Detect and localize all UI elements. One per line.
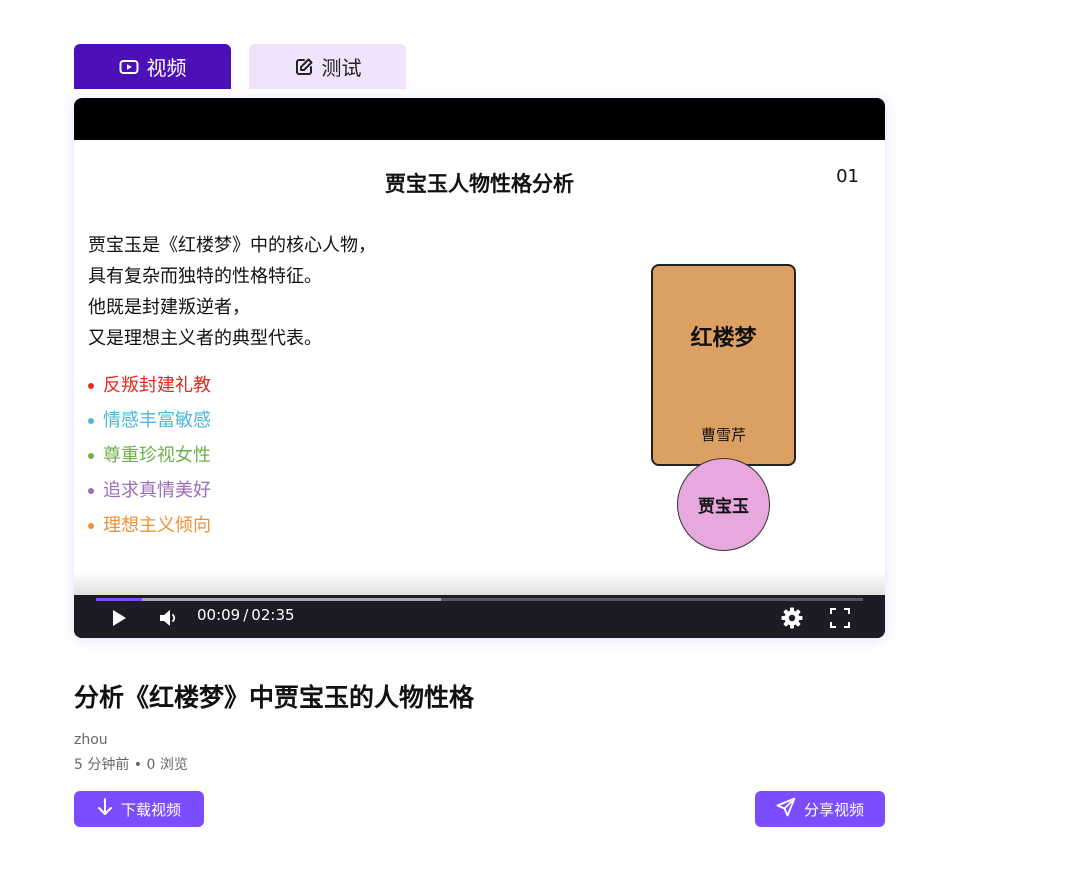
trait-item: 尊重珍视女性 — [88, 438, 211, 473]
character-badge: 贾宝玉 — [677, 458, 770, 551]
video-frame: 贾宝玉人物性格分析 01 贾宝玉是《红楼梦》中的核心人物， 具有复杂而独特的性格… — [74, 140, 885, 637]
trait-item: 情感丰富敏感 — [88, 403, 211, 438]
slide-paragraph-line: 又是理想主义者的典型代表。 — [88, 328, 322, 349]
bullet-dot — [88, 522, 94, 529]
progress-buffered — [96, 598, 442, 601]
share-label: 分享视频 — [803, 800, 864, 819]
trait-item: 反叛封建礼教 — [88, 368, 211, 403]
trait-item: 追求真情美好 — [88, 473, 211, 508]
player-controls: 00:09/02:35 — [74, 595, 885, 638]
bullet-dot — [88, 382, 94, 389]
tab-video-label: 视频 — [146, 56, 187, 80]
fullscreen-icon[interactable] — [828, 606, 852, 630]
video-meta: 5 分钟前 • 0 浏览 — [74, 757, 188, 773]
tab-video[interactable]: 视频 — [74, 44, 231, 89]
tab-quiz[interactable]: 测试 — [249, 44, 406, 89]
slide-paragraph-line: 他既是封建叛逆者， — [88, 297, 250, 318]
slide-title: 贾宝玉人物性格分析 — [385, 172, 574, 196]
book-author: 曹雪芹 — [700, 426, 746, 444]
time-display: 00:09/02:35 — [197, 606, 295, 624]
video-icon — [119, 59, 139, 75]
time-separator: / — [243, 606, 249, 624]
bullet-dot — [88, 487, 94, 494]
bullet-dot — [88, 417, 94, 424]
play-icon[interactable] — [108, 607, 130, 629]
slide-paragraph: 贾宝玉是《红楼梦》中的核心人物， 具有复杂而独特的性格特征。 他既是封建叛逆者，… — [88, 230, 376, 354]
volume-icon[interactable] — [158, 607, 180, 629]
trait-text: 反叛封建礼教 — [103, 375, 211, 396]
trait-list: 反叛封建礼教 情感丰富敏感 尊重珍视女性 追求真情美好 理想主义倾向 — [88, 368, 211, 543]
author-name[interactable]: zhou — [74, 732, 108, 748]
share-video-button[interactable]: 分享视频 — [755, 791, 885, 827]
trait-item: 理想主义倾向 — [88, 508, 211, 543]
trait-text: 尊重珍视女性 — [103, 445, 211, 466]
duration: 02:35 — [251, 606, 295, 624]
progress-bar[interactable] — [96, 598, 863, 601]
send-icon — [776, 797, 796, 821]
bullet-dot — [88, 452, 94, 459]
current-time: 00:09 — [197, 606, 241, 624]
book-title: 红楼梦 — [690, 326, 757, 351]
progress-played — [96, 598, 143, 601]
book-illustration: 红楼梦 曹雪芹 — [651, 264, 796, 466]
video-title: 分析《红楼梦》中贾宝玉的人物性格 — [74, 683, 475, 712]
download-label: 下载视频 — [120, 800, 181, 819]
slide-paragraph-line: 具有复杂而独特的性格特征。 — [88, 266, 322, 287]
edit-icon — [294, 57, 314, 77]
tab-quiz-label: 测试 — [321, 56, 362, 80]
trait-text: 理想主义倾向 — [103, 515, 211, 536]
download-video-button[interactable]: 下载视频 — [74, 791, 204, 827]
slide-number: 01 — [836, 166, 859, 187]
slide-paragraph-line: 贾宝玉是《红楼梦》中的核心人物， — [88, 235, 376, 256]
video-player[interactable]: 贾宝玉人物性格分析 01 贾宝玉是《红楼梦》中的核心人物， 具有复杂而独特的性格… — [74, 98, 885, 638]
trait-text: 追求真情美好 — [103, 480, 211, 501]
settings-gear-icon[interactable] — [780, 606, 804, 630]
arrow-down-icon — [97, 798, 113, 820]
tab-bar: 视频 测试 — [74, 44, 406, 89]
trait-text: 情感丰富敏感 — [103, 410, 211, 431]
